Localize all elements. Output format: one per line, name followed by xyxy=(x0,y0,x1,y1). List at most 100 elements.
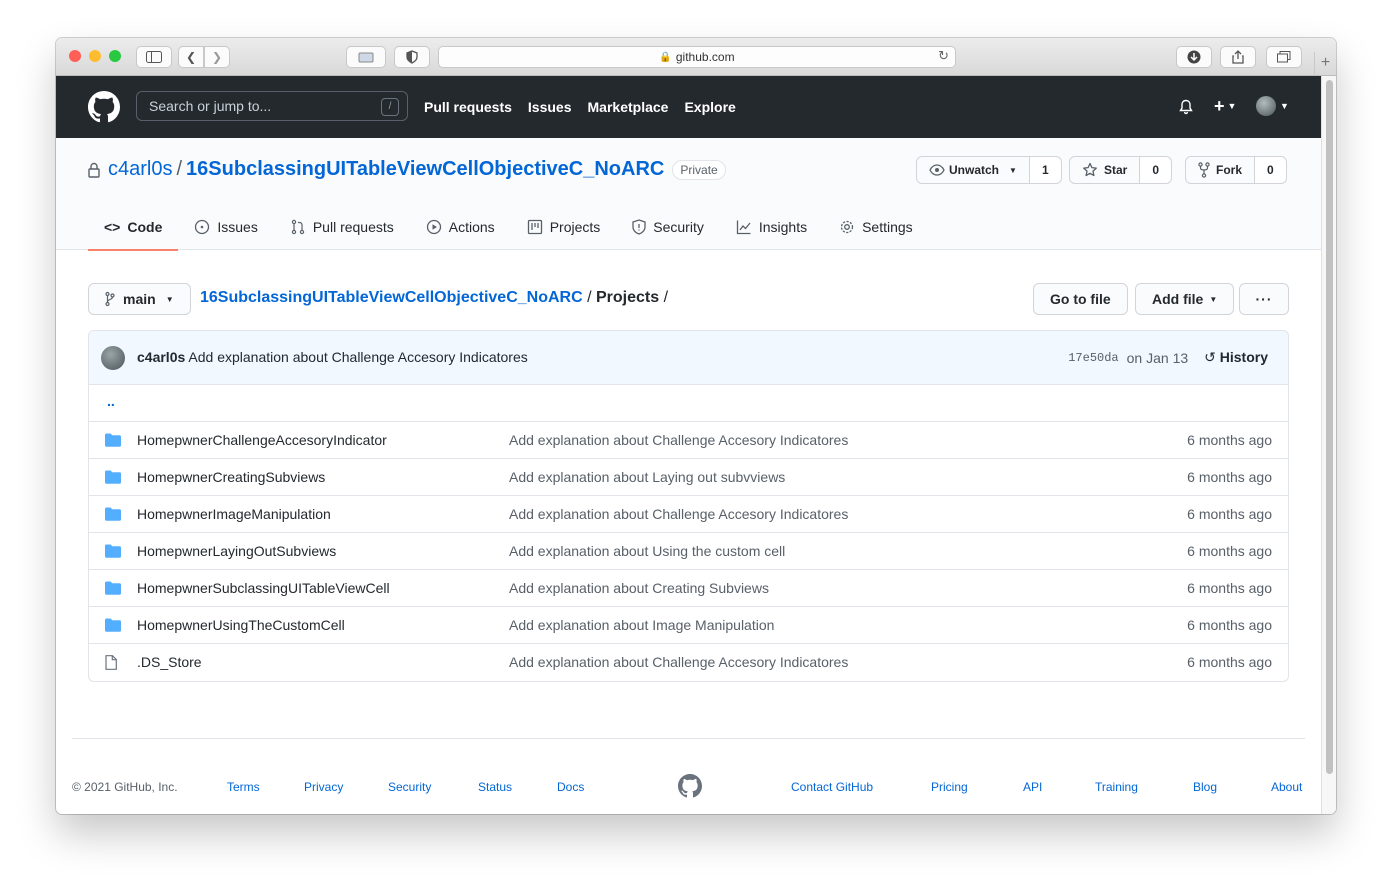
avatar[interactable] xyxy=(101,346,125,370)
bell-icon[interactable] xyxy=(1178,99,1194,115)
footer-link-terms[interactable]: Terms xyxy=(227,780,260,794)
footer-link-contact[interactable]: Contact GitHub xyxy=(791,780,873,794)
project-icon xyxy=(527,219,542,235)
tab-pull-requests[interactable]: Pull requests xyxy=(274,204,410,250)
minimize-window-button[interactable] xyxy=(89,50,101,62)
forward-button[interactable]: ❯ xyxy=(204,46,230,68)
tab-projects-label: Projects xyxy=(549,219,601,235)
watch-count[interactable]: 1 xyxy=(1029,156,1062,184)
file-row[interactable]: HomepwnerLayingOutSubviews Add explanatio… xyxy=(89,533,1288,570)
address-bar[interactable]: 🔒 github.com ↻ xyxy=(438,46,956,68)
code-icon: <> xyxy=(104,219,121,235)
file-name-link[interactable]: HomepwnerCreatingSubviews xyxy=(137,469,325,485)
create-new-button[interactable]: + ▼ xyxy=(1214,96,1236,117)
folder-icon xyxy=(105,507,121,521)
lock-icon: 🔒 xyxy=(659,51,672,63)
commit-sha-link[interactable]: 17e50da xyxy=(1068,351,1118,365)
tabs-icon xyxy=(1277,51,1291,63)
file-row[interactable]: HomepwnerImageManipulation Add explanatio… xyxy=(89,496,1288,533)
repo-owner-link[interactable]: c4arl0s xyxy=(108,158,172,181)
file-commit-message-link[interactable]: Add explanation about Challenge Accesory… xyxy=(509,654,848,670)
file-row[interactable]: HomepwnerCreatingSubviews Add explanation… xyxy=(89,459,1288,496)
file-commit-message-link[interactable]: Add explanation about Creating Subviews xyxy=(509,580,769,596)
tab-insights[interactable]: Insights xyxy=(720,204,823,250)
tab-overview-button[interactable] xyxy=(346,46,386,68)
footer-link-training[interactable]: Training xyxy=(1095,780,1138,794)
file-name-link[interactable]: HomepwnerSubclassingUITableViewCell xyxy=(137,580,390,596)
fork-button[interactable]: Fork xyxy=(1185,156,1256,184)
sidebar-icon xyxy=(146,51,162,63)
folder-icon xyxy=(105,433,121,447)
more-options-button[interactable]: ··· xyxy=(1239,283,1289,315)
tab-code[interactable]: <> Code xyxy=(88,204,179,251)
user-menu-button[interactable]: ▼ xyxy=(1256,96,1289,116)
star-button[interactable]: Star xyxy=(1069,156,1141,184)
repo-header: c4arl0s / 16SubclassingUITableViewCellOb… xyxy=(56,138,1321,251)
go-to-file-button[interactable]: Go to file xyxy=(1033,283,1128,315)
tab-actions[interactable]: Actions xyxy=(410,204,511,250)
tab-issues[interactable]: Issues xyxy=(178,204,273,250)
file-commit-message-link[interactable]: Add explanation about Laying out subvvie… xyxy=(509,469,785,485)
branch-select-button[interactable]: main ▼ xyxy=(88,283,191,315)
parent-directory-link[interactable]: .. xyxy=(107,393,115,409)
file-name-link[interactable]: HomepwnerLayingOutSubviews xyxy=(137,543,336,559)
privacy-button[interactable] xyxy=(394,46,430,68)
tab-projects[interactable]: Projects xyxy=(511,204,617,250)
file-name-link[interactable]: HomepwnerImageManipulation xyxy=(137,506,331,522)
history-link[interactable]: ↺ History xyxy=(1204,349,1268,366)
maximize-window-button[interactable] xyxy=(109,50,121,62)
tab-security[interactable]: Security xyxy=(616,204,720,250)
footer-link-pricing[interactable]: Pricing xyxy=(931,780,968,794)
reload-icon[interactable]: ↻ xyxy=(938,48,949,64)
file-row[interactable]: .DS_Store Add explanation about Challenge… xyxy=(89,644,1288,681)
unwatch-button[interactable]: Unwatch ▼ xyxy=(916,156,1030,184)
footer-link-status[interactable]: Status xyxy=(478,780,512,794)
github-mark-icon[interactable] xyxy=(678,774,702,798)
file-row[interactable]: HomepwnerSubclassingUITableViewCell Add e… xyxy=(89,570,1288,607)
tab-settings[interactable]: Settings xyxy=(823,204,929,250)
nav-explore[interactable]: Explore xyxy=(684,99,735,115)
breadcrumb-repo-link[interactable]: 16SubclassingUITableViewCellObjectiveC_N… xyxy=(200,289,583,306)
scrollbar-thumb[interactable] xyxy=(1326,80,1333,774)
new-tab-view-button[interactable] xyxy=(1266,46,1302,68)
back-button[interactable]: ❮ xyxy=(178,46,204,68)
file-name-link[interactable]: .DS_Store xyxy=(137,654,202,670)
nav-pull-requests[interactable]: Pull requests xyxy=(424,99,512,115)
file-commit-message-link[interactable]: Add explanation about Challenge Accesory… xyxy=(509,432,848,448)
file-age: 6 months ago xyxy=(1187,543,1272,559)
directory-icon xyxy=(105,433,121,450)
file-row[interactable]: HomepwnerChallengeAccesoryIndicator Add e… xyxy=(89,422,1288,459)
nav-marketplace[interactable]: Marketplace xyxy=(588,99,669,115)
file-commit-message-link[interactable]: Add explanation about Using the custom c… xyxy=(509,543,785,559)
footer-link-docs[interactable]: Docs xyxy=(557,780,584,794)
close-window-button[interactable] xyxy=(69,50,81,62)
footer-link-about[interactable]: About xyxy=(1271,780,1302,794)
file-name-link[interactable]: HomepwnerChallengeAccesoryIndicator xyxy=(137,432,387,448)
sidebar-toggle-button[interactable] xyxy=(136,46,172,68)
footer-link-blog[interactable]: Blog xyxy=(1193,780,1217,794)
lock-icon xyxy=(88,162,100,178)
window-icon xyxy=(358,52,374,63)
file-commit-message-link[interactable]: Add explanation about Challenge Accesory… xyxy=(509,506,848,522)
downloads-button[interactable] xyxy=(1176,46,1212,68)
star-count[interactable]: 0 xyxy=(1140,156,1173,184)
footer-link-api[interactable]: API xyxy=(1023,780,1042,794)
commit-title-link[interactable]: Add explanation about Challenge Accesory… xyxy=(188,349,527,365)
new-tab-button[interactable]: + xyxy=(1314,52,1336,76)
file-name-link[interactable]: HomepwnerUsingTheCustomCell xyxy=(137,617,345,633)
file-commit-message-link[interactable]: Add explanation about Image Manipulation xyxy=(509,617,774,633)
github-logo-icon[interactable] xyxy=(88,91,120,123)
share-button[interactable] xyxy=(1220,46,1256,68)
footer-link-security[interactable]: Security xyxy=(388,780,431,794)
parent-directory-row[interactable]: .. xyxy=(89,385,1288,422)
nav-issues[interactable]: Issues xyxy=(528,99,572,115)
footer-link-privacy[interactable]: Privacy xyxy=(304,780,343,794)
commit-author-link[interactable]: c4arl0s xyxy=(137,349,185,365)
search-input[interactable]: Search or jump to... / xyxy=(136,91,408,121)
add-file-button[interactable]: Add file ▼ xyxy=(1135,283,1235,315)
fork-count[interactable]: 0 xyxy=(1255,156,1287,184)
repo-name-link[interactable]: 16SubclassingUITableViewCellObjectiveC_N… xyxy=(186,158,664,181)
file-row[interactable]: HomepwnerUsingTheCustomCell Add explanati… xyxy=(89,607,1288,644)
eye-icon xyxy=(929,164,945,176)
page-scrollbar[interactable] xyxy=(1321,76,1336,814)
